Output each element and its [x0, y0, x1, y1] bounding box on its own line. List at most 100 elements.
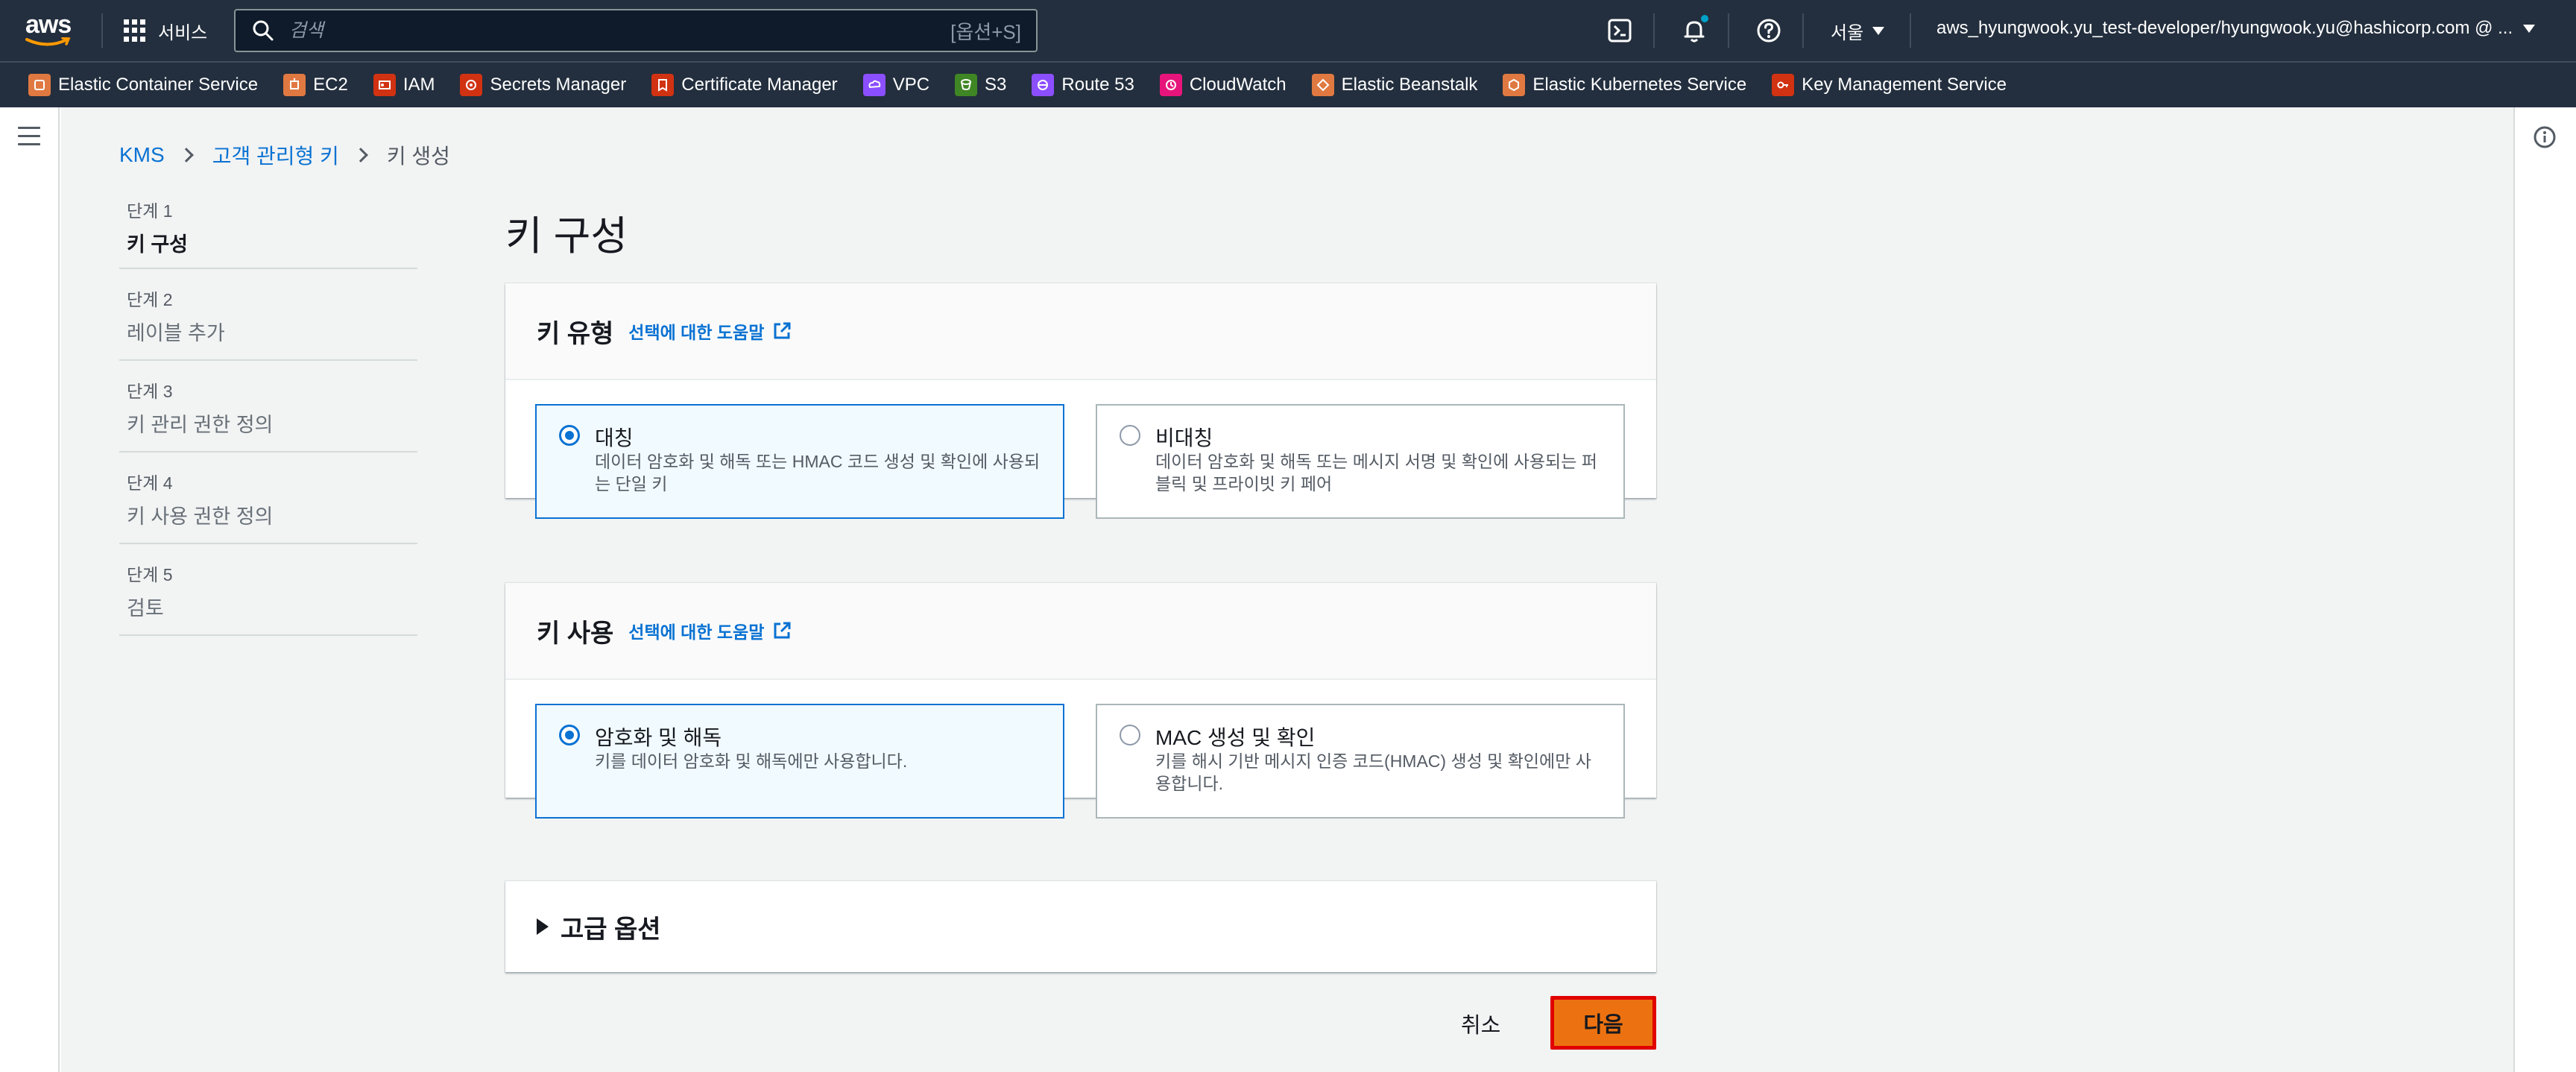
option-label: MAC 생성 및 확인 — [1155, 726, 1316, 749]
step-name: 키 사용 권한 정의 — [127, 505, 274, 528]
favorite-label: EC2 — [313, 75, 348, 95]
breadcrumb-link-customer-managed-keys[interactable]: 고객 관리형 키 — [212, 140, 339, 170]
key-usage-encrypt-decrypt-option[interactable]: 암호화 및 해독 키를 데이터 암호화 및 해독에만 사용합니다. — [535, 704, 1064, 819]
eks-icon — [1503, 74, 1526, 96]
external-link-icon — [774, 322, 791, 339]
region-label: 서울 — [1831, 23, 1864, 43]
services-menu-button[interactable]: 서비스 — [124, 15, 207, 46]
s3-icon — [955, 74, 978, 96]
favorite-route53[interactable]: Route 53 — [1032, 74, 1134, 96]
iam-icon — [373, 74, 396, 96]
notification-dot — [1701, 15, 1708, 22]
key-type-asymmetric-option[interactable]: 비대칭 데이터 암호화 및 해독 또는 메시지 서명 및 확인에 사용되는 퍼블… — [1096, 404, 1625, 519]
option-description: 키를 해시 기반 메시지 인증 코드(HMAC) 생성 및 확인에만 사용합니다… — [1155, 751, 1591, 793]
breadcrumb-link-kms[interactable]: KMS — [119, 143, 165, 167]
certificate-manager-icon — [651, 74, 675, 96]
key-usage-mac-option[interactable]: MAC 생성 및 확인 키를 해시 기반 메시지 인증 코드(HMAC) 생성 … — [1096, 704, 1625, 819]
favorite-eks[interactable]: Elastic Kubernetes Service — [1503, 74, 1746, 96]
cloudshell-icon[interactable] — [1606, 16, 1634, 45]
nav-divider — [1910, 13, 1911, 48]
option-description: 키를 데이터 암호화 및 해독에만 사용합니다. — [595, 751, 908, 771]
radio-button[interactable] — [559, 425, 580, 446]
favorite-beanstalk[interactable]: Elastic Beanstalk — [1311, 74, 1478, 96]
favorite-ec2[interactable]: EC2 — [283, 74, 348, 96]
option-label: 대칭 — [595, 426, 634, 450]
help-link[interactable]: 선택에 대한 도움말 — [628, 318, 792, 344]
radio-button[interactable] — [1120, 425, 1140, 446]
panel-header: 키 유형 선택에 대한 도움말 — [505, 283, 1656, 380]
caret-right-icon — [537, 918, 549, 935]
panel-body: 암호화 및 해독 키를 데이터 암호화 및 해독에만 사용합니다. MAC 생성… — [505, 680, 1656, 819]
favorites-bar: Elastic Container Service EC2 IAM Secrets M… — [0, 61, 2576, 107]
aws-smile-icon — [25, 37, 71, 46]
account-label: aws_hyungwook.yu_test-developer/hyungwoo… — [1936, 18, 2513, 38]
favorite-secrets-manager[interactable]: Secrets Manager — [460, 74, 626, 96]
favorite-label: Certificate Manager — [681, 75, 838, 95]
cancel-button[interactable]: 취소 — [1461, 1008, 1500, 1039]
option-label: 비대칭 — [1155, 426, 1213, 450]
option-description: 데이터 암호화 및 해독 또는 HMAC 코드 생성 및 확인에 사용되는 단일… — [595, 452, 1041, 494]
next-button[interactable]: 다음 — [1550, 996, 1656, 1050]
step-name: 레이블 추가 — [127, 322, 225, 344]
services-label: 서비스 — [158, 22, 208, 43]
ecs-icon — [28, 74, 51, 96]
step-number: 단계 1 — [127, 201, 173, 221]
help-icon[interactable] — [1755, 16, 1783, 45]
search-input[interactable] — [289, 19, 886, 42]
favorite-label: Key Management Service — [1802, 75, 2007, 95]
search-bar[interactable]: [옵션+S] — [234, 9, 1038, 52]
menu-icon[interactable] — [18, 127, 40, 146]
search-icon — [253, 20, 274, 41]
panel-title: 키 유형 — [537, 319, 614, 348]
option-label: 암호화 및 해독 — [595, 726, 722, 749]
favorite-label: Elastic Container Service — [58, 75, 259, 95]
secrets-manager-icon — [460, 74, 483, 96]
favorite-iam[interactable]: IAM — [373, 74, 435, 96]
favorite-label: S3 — [985, 75, 1007, 95]
favorite-kms[interactable]: Key Management Service — [1772, 74, 2007, 96]
radio-button[interactable] — [1120, 725, 1140, 745]
page-title: 키 구성 — [505, 214, 628, 259]
favorite-label: Secrets Manager — [490, 75, 627, 95]
info-icon[interactable] — [2533, 125, 2557, 149]
favorite-s3[interactable]: S3 — [955, 74, 1006, 96]
breadcrumb-current: 키 생성 — [386, 145, 450, 168]
help-link[interactable]: 선택에 대한 도움말 — [628, 618, 792, 643]
advanced-options-title: 고급 옵션 — [561, 915, 661, 944]
nav-divider — [1728, 13, 1729, 48]
favorite-ecs[interactable]: Elastic Container Service — [28, 74, 258, 96]
panel-header: 키 사용 선택에 대한 도움말 — [505, 583, 1656, 680]
wizard-step-2: 단계 2 레이블 추가 — [119, 269, 417, 361]
chevron-down-icon — [1872, 27, 1885, 35]
step-name: 키 구성 — [127, 233, 189, 256]
step-number: 단계 2 — [127, 290, 173, 309]
radio-button[interactable] — [559, 725, 580, 745]
favorite-cloudwatch[interactable]: CloudWatch — [1159, 74, 1287, 96]
favorite-label: VPC — [892, 75, 930, 95]
favorite-vpc[interactable]: VPC — [862, 74, 930, 96]
favorite-label: Elastic Beanstalk — [1341, 75, 1478, 95]
wizard-step-5: 단계 5 검토 — [119, 544, 417, 636]
bell-icon[interactable] — [1680, 15, 1708, 45]
kms-icon — [1772, 74, 1795, 96]
favorite-certificate-manager[interactable]: Certificate Manager — [651, 74, 838, 96]
tools-rail — [2513, 107, 2576, 1072]
external-link-icon — [774, 622, 791, 639]
grid-icon — [124, 19, 146, 42]
breadcrumb: KMS 고객 관리형 키 키 생성 — [119, 140, 450, 170]
top-navigation: aws 서비스 [옵션+S] — [0, 0, 2576, 61]
chevron-right-icon — [353, 148, 368, 163]
step-number: 단계 4 — [127, 473, 173, 493]
vpc-icon — [862, 74, 886, 96]
aws-logo[interactable]: aws — [25, 12, 78, 49]
region-selector[interactable]: 서울 — [1831, 18, 1885, 44]
favorite-label: IAM — [402, 75, 435, 95]
key-type-symmetric-option[interactable]: 대칭 데이터 암호화 및 해독 또는 HMAC 코드 생성 및 확인에 사용되는… — [535, 404, 1064, 519]
account-menu[interactable]: aws_hyungwook.yu_test-developer/hyungwoo… — [1936, 18, 2536, 39]
advanced-options-expander[interactable]: 고급 옵션 — [505, 881, 1656, 972]
favorite-label: Route 53 — [1061, 75, 1134, 95]
step-name: 키 관리 권한 정의 — [127, 414, 274, 436]
panel-title: 키 사용 — [537, 619, 614, 648]
key-usage-panel: 키 사용 선택에 대한 도움말 암호화 및 해독 키를 데이터 암호화 및 해독… — [505, 583, 1656, 819]
step-name: 검토 — [127, 597, 164, 619]
